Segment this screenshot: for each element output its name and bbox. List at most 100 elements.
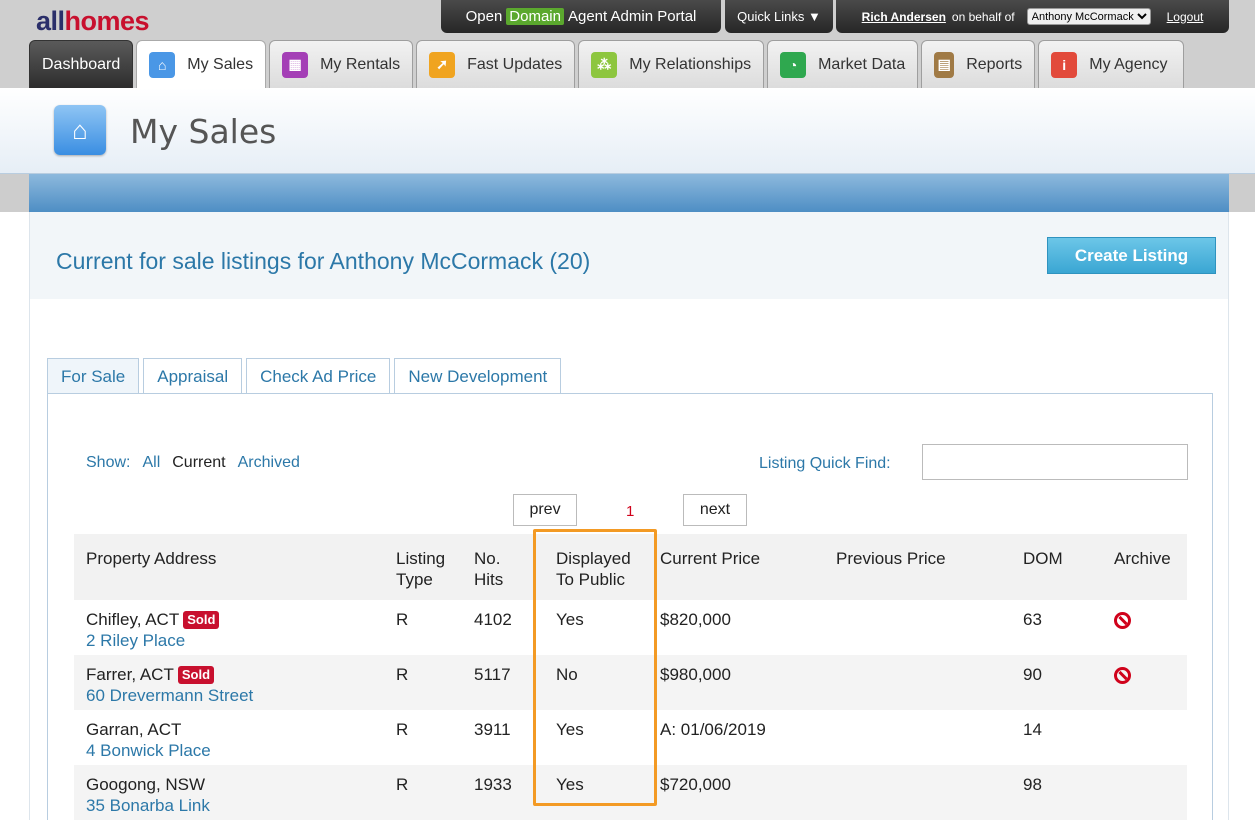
- tab-my-relationships[interactable]: ⁂ My Relationships: [578, 40, 765, 88]
- sold-badge: Sold: [177, 666, 215, 684]
- listing-type: R: [396, 720, 409, 739]
- tab-my-agency[interactable]: i My Agency: [1038, 40, 1185, 88]
- people-icon: ⁂: [591, 51, 618, 78]
- main-nav-tabs: Dashboard ⌂ My Sales ▦ My Rentals ➚ Fast Up…: [29, 40, 1187, 88]
- on-behalf-select[interactable]: Anthony McCormack: [1026, 8, 1151, 25]
- archive-icon[interactable]: [1114, 667, 1131, 684]
- current-price: $720,000: [648, 765, 824, 820]
- listing-type: R: [396, 610, 409, 629]
- logo-part-homes: homes: [64, 6, 150, 36]
- current-price: $820,000: [660, 610, 731, 629]
- listings-panel: Current for sale listings for Anthony Mc…: [29, 212, 1229, 820]
- subtab-for-sale[interactable]: For Sale: [47, 358, 140, 395]
- create-listing-button[interactable]: Create Listing: [1047, 237, 1216, 274]
- tab-fast-updates[interactable]: ➚ Fast Updates: [416, 40, 576, 88]
- suburb: Garran, ACT: [86, 720, 182, 739]
- hits: 5117: [462, 655, 544, 710]
- current-price: A: 01/06/2019: [660, 720, 766, 739]
- show-archived-link[interactable]: Archived: [238, 454, 300, 472]
- column-header: Archive: [1102, 534, 1187, 600]
- column-header[interactable]: Previous Price: [824, 534, 1011, 600]
- quick-find-input[interactable]: [922, 444, 1188, 480]
- tab-label: Reports: [966, 55, 1023, 73]
- suburb: Chifley, ACT: [86, 610, 180, 629]
- hits: 1933: [462, 765, 544, 820]
- next-page-button[interactable]: next: [683, 494, 747, 526]
- column-header[interactable]: No. Hits: [462, 534, 544, 600]
- archive-cell: [1102, 710, 1187, 765]
- subtab-new-development[interactable]: New Development: [394, 358, 562, 394]
- displayed-to-public: No: [544, 655, 648, 710]
- table-row: Chifley, ACT Sold 2 Riley Place R 4102 Yes…: [74, 600, 1187, 655]
- show-current: Current: [172, 454, 226, 471]
- address-cell: Garran, ACT 4 Bonwick Place: [74, 710, 384, 765]
- address-link[interactable]: 4 Bonwick Place: [86, 741, 211, 760]
- column-header[interactable]: Property Address: [74, 534, 384, 600]
- column-header[interactable]: Displayed To Public: [544, 534, 648, 600]
- tab-label: My Sales: [187, 55, 254, 73]
- column-header[interactable]: Listing Type: [384, 534, 462, 600]
- suburb: Googong, NSW: [86, 775, 206, 794]
- quick-links-menu[interactable]: Quick Links ▼: [725, 0, 833, 33]
- tab-market-data[interactable]: ◔ Market Data: [767, 40, 919, 88]
- table-row: Googong, NSW 35 Bonarba Link R 1933 Yes $…: [74, 765, 1187, 820]
- column-header[interactable]: DOM: [1011, 534, 1102, 600]
- user-name-link[interactable]: Rich Andersen: [862, 10, 946, 24]
- portal-title-domain: Domain: [506, 8, 564, 25]
- previous-price: [824, 600, 1011, 655]
- subtab-appraisal[interactable]: Appraisal: [143, 358, 243, 394]
- logout-link[interactable]: Logout: [1167, 10, 1204, 24]
- tab-label: My Rentals: [320, 55, 401, 73]
- archive-icon[interactable]: [1114, 612, 1131, 629]
- dom: 14: [1023, 720, 1042, 739]
- tab-label: My Agency: [1089, 55, 1168, 73]
- displayed-to-public: Yes: [544, 765, 648, 820]
- show-all-link[interactable]: All: [142, 454, 160, 472]
- listings-content: Show: All Current Archived Listing Quick…: [47, 393, 1213, 820]
- subtab-check-ad-price[interactable]: Check Ad Price: [246, 358, 391, 394]
- tab-my-sales[interactable]: ⌂ My Sales: [136, 40, 267, 88]
- displayed-to-public: Yes: [556, 610, 584, 629]
- address-link[interactable]: 60 Drevermann Street: [86, 686, 253, 705]
- tab-dashboard[interactable]: Dashboard: [29, 40, 134, 88]
- listing-subtabs: For Sale Appraisal Check Ad Price New De…: [47, 358, 565, 395]
- top-bar: allhomes Open Domain Agent Admin Portal …: [0, 0, 1255, 88]
- dom: 90: [1011, 655, 1102, 710]
- archive-cell: [1102, 655, 1187, 710]
- portal-title-open: Open: [465, 8, 503, 25]
- pie-chart-icon: ◔: [780, 51, 807, 78]
- table-header-row: Property Address Listing Type No. Hits D…: [74, 534, 1187, 600]
- tab-reports[interactable]: ▤ Reports: [921, 40, 1036, 88]
- address-link[interactable]: 2 Riley Place: [86, 631, 185, 650]
- address-link[interactable]: 35 Bonarba Link: [86, 796, 210, 815]
- page-header: ⌂ My Sales: [0, 88, 1255, 174]
- show-filter: Show: All Current Archived: [86, 454, 300, 472]
- suburb: Farrer, ACT: [86, 665, 174, 684]
- dom: 63: [1023, 610, 1042, 629]
- dom: 98: [1011, 765, 1102, 820]
- home-icon: ⌂: [54, 105, 106, 155]
- tab-label: Market Data: [818, 55, 906, 73]
- report-icon: ▤: [934, 51, 955, 78]
- listings-header: Current for sale listings for Anthony Mc…: [30, 212, 1228, 299]
- tab-my-rentals[interactable]: ▦ My Rentals: [269, 40, 414, 88]
- hits: 3911: [474, 720, 511, 739]
- quick-find-label: Listing Quick Find:: [759, 455, 891, 472]
- address-cell: Googong, NSW 35 Bonarba Link: [74, 765, 384, 820]
- column-header[interactable]: Current Price: [648, 534, 824, 600]
- prev-page-button[interactable]: prev: [513, 494, 577, 526]
- portal-title-text: Agent Admin Portal: [567, 8, 697, 25]
- allhomes-logo[interactable]: allhomes: [36, 6, 150, 37]
- previous-price: [824, 710, 1011, 765]
- archive-cell: [1102, 765, 1187, 820]
- previous-price: [824, 655, 1011, 710]
- current-price: $980,000: [648, 655, 824, 710]
- address-cell: Chifley, ACT Sold 2 Riley Place: [74, 600, 384, 655]
- building-icon: ▦: [282, 51, 309, 78]
- current-page-number: 1: [626, 503, 635, 520]
- archive-cell: [1102, 600, 1187, 655]
- person-icon: i: [1051, 51, 1078, 78]
- tab-label: Fast Updates: [467, 55, 563, 73]
- listing-type: R: [384, 765, 462, 820]
- page-title: My Sales: [130, 112, 277, 151]
